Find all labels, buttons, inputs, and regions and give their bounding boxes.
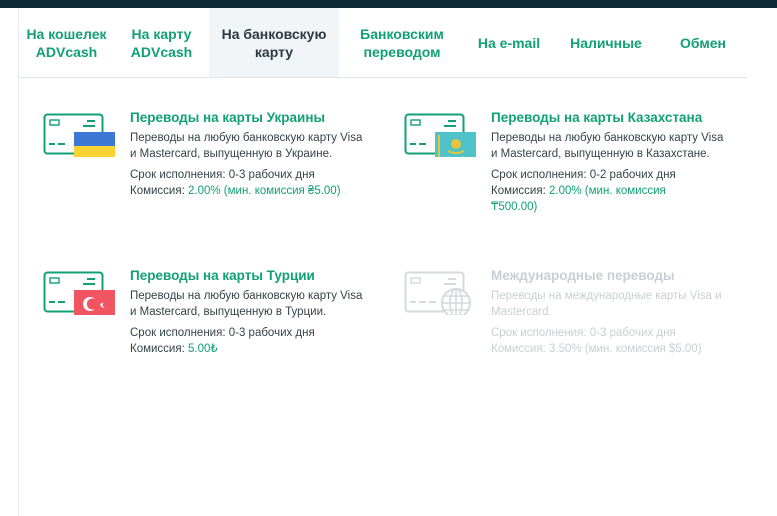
- tab-label: ADVcash: [130, 43, 193, 60]
- card-description: Переводы на любую банковскую карту Visa …: [491, 132, 724, 160]
- tab-label: На кошелек: [26, 25, 107, 42]
- top-bar: [0, 0, 777, 8]
- card-term: Срок исполнения: 0-3 рабочих дня: [130, 325, 370, 341]
- card-description: Переводы на международные карты Visa и M…: [491, 290, 722, 318]
- tab-label: На карту: [131, 25, 192, 42]
- card-title[interactable]: Переводы на карты Казахстана: [491, 109, 731, 127]
- fee-label: Комиссия:: [491, 185, 546, 197]
- fee-label: Комиссия:: [491, 343, 546, 355]
- fee-label: Комиссия:: [130, 185, 185, 197]
- card-description: Переводы на любую банковскую карту Visa …: [130, 132, 363, 160]
- term-value: 0-3 рабочих дня: [228, 327, 315, 339]
- card-title[interactable]: Переводы на карты Турции: [130, 267, 370, 285]
- bank-card-turkey-flag-icon: [43, 271, 115, 315]
- card-fee: Комиссия: 2.00% (мин. комиссия ₴5.00): [130, 183, 370, 199]
- term-value: 0-2 рабочих дня: [589, 169, 676, 181]
- card-fee: Комиссия: 5.00₺: [130, 341, 370, 357]
- card-fee: Комиссия: 3.50% (мин. комиссия $5.00): [491, 341, 731, 357]
- tab-advcash-wallet[interactable]: На кошелек ADVcash: [19, 8, 114, 77]
- bank-card-ukraine-flag-icon: [43, 113, 115, 157]
- card-description: Переводы на любую банковскую карту Visa …: [130, 290, 363, 318]
- tab-label: На e-mail: [477, 34, 541, 51]
- tab-label: Банковским: [360, 25, 444, 42]
- card-title[interactable]: Переводы на карты Украины: [130, 109, 370, 127]
- card-term: Срок исполнения: 0-3 рабочих дня: [130, 167, 370, 183]
- term-value: 0-3 рабочих дня: [228, 169, 315, 181]
- tab-bank-transfer[interactable]: Банковским переводом: [339, 8, 465, 77]
- fee-value: 5.00₺: [187, 343, 218, 355]
- tab-cash[interactable]: Наличные: [553, 8, 659, 77]
- card-term: Срок исполнения: 0-2 рабочих дня: [491, 167, 731, 183]
- term-value: 0-3 рабочих дня: [589, 327, 676, 339]
- tab-label: На банковскую: [221, 25, 327, 42]
- tab-email[interactable]: На e-mail: [465, 8, 553, 77]
- fee-value: 2.00% (мин. комиссия ₴5.00): [187, 185, 341, 197]
- bank-card-globe-icon: [404, 271, 471, 315]
- card-fee: Комиссия: 2.00% (мин. комиссия ₸500.00): [491, 183, 691, 215]
- tab-advcash-card[interactable]: На карту ADVcash: [114, 8, 209, 77]
- tab-label: Наличные: [570, 34, 642, 51]
- transfer-panel: На кошелек ADVcash На карту ADVcash На бан…: [18, 8, 777, 516]
- term-label: Срок исполнения:: [130, 169, 226, 181]
- tab-label: ADVcash: [35, 43, 98, 60]
- term-label: Срок исполнения:: [491, 327, 587, 339]
- term-label: Срок исполнения:: [491, 169, 587, 181]
- tab-exchange[interactable]: Обмен: [659, 8, 747, 77]
- fee-label: Комиссия:: [130, 343, 185, 355]
- term-label: Срок исполнения:: [130, 327, 226, 339]
- tab-label: Обмен: [680, 34, 726, 51]
- card-term: Срок исполнения: 0-3 рабочих дня: [491, 325, 731, 341]
- tab-bank-card[interactable]: На банковскую карту: [209, 8, 339, 77]
- tab-label: карту: [254, 43, 294, 60]
- tab-label: переводом: [363, 43, 441, 60]
- card-title: Международные переводы: [491, 268, 675, 283]
- fee-value: 3.50% (мин. комиссия $5.00): [548, 343, 702, 355]
- bank-card-kazakhstan-flag-icon: [404, 113, 476, 157]
- tab-bar: На кошелек ADVcash На карту ADVcash На бан…: [19, 8, 747, 78]
